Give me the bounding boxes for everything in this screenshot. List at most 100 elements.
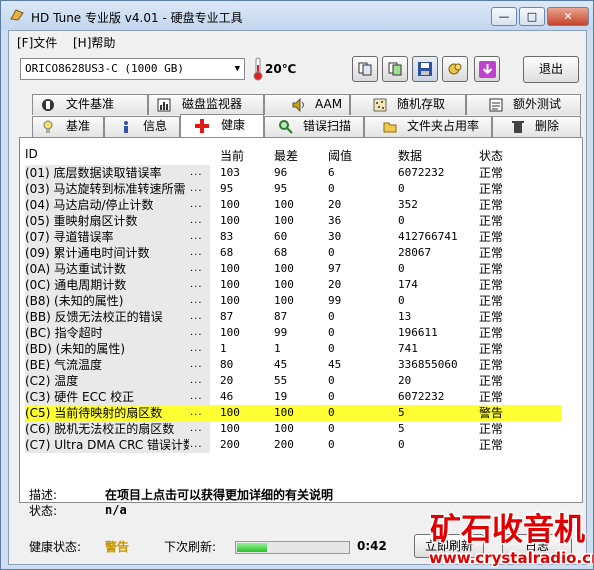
cell-id: (01) 底层数据读取错误率 bbox=[25, 166, 162, 180]
cell-threshold: 99 bbox=[328, 294, 342, 307]
cell-id: (C6) 脱机无法校正的扇区数 bbox=[25, 422, 175, 436]
table-row[interactable]: (07) 寻道错误率 83 60 30 412766741 正常... bbox=[25, 229, 562, 245]
cell-threshold: 36 bbox=[328, 214, 342, 227]
cell-status: 正常 bbox=[479, 358, 504, 372]
menu-help[interactable]: [H]帮助 bbox=[73, 34, 115, 51]
copy-text-button[interactable] bbox=[352, 56, 378, 82]
cell-data: 28067 bbox=[398, 246, 432, 259]
save-icon bbox=[418, 62, 432, 76]
trash-icon bbox=[512, 121, 524, 133]
cell-status: 正常 bbox=[479, 278, 504, 292]
cell-status: 正常 bbox=[479, 166, 504, 180]
cell-data: 412766741 bbox=[398, 230, 458, 243]
cell-status: 正常 bbox=[479, 198, 504, 212]
tab-extra-tests[interactable]: 额外测试 bbox=[466, 94, 581, 115]
health-status-value: 警告 bbox=[105, 540, 130, 554]
cell-data: 0 bbox=[398, 214, 405, 227]
cell-worst: 60 bbox=[274, 230, 288, 243]
tab-folder-usage[interactable]: 文件夹占用率 bbox=[364, 116, 492, 137]
table-row[interactable]: (BB) 反馈无法校正的错误 87 87 0 13 正常... bbox=[25, 309, 562, 325]
save-button[interactable] bbox=[412, 56, 438, 82]
cell-id: (BD) (未知的属性) bbox=[25, 342, 126, 356]
cell-worst: 99 bbox=[274, 326, 288, 339]
tab-disk-monitor-label: 磁盘监视器 bbox=[182, 97, 243, 111]
download-button[interactable] bbox=[474, 56, 500, 82]
tab-file-benchmark[interactable]: 文件基准 bbox=[32, 94, 148, 115]
table-row[interactable]: (0C) 通电周期计数 100 100 20 174 正常... bbox=[25, 277, 562, 293]
table-row[interactable]: (0A) 马达重试计数 100 100 97 0 正常... bbox=[25, 261, 562, 277]
table-row[interactable]: (BC) 指令超时 100 99 0 196611 正常... bbox=[25, 325, 562, 341]
cell-id: (BC) 指令超时 bbox=[25, 326, 103, 340]
table-row[interactable]: (03) 马达旋转到标准转速所需 95 95 0 0 正常... bbox=[25, 181, 562, 197]
tab-aam[interactable]: AAM bbox=[264, 94, 350, 115]
tab-random-access-label: 随机存取 bbox=[397, 97, 446, 111]
table-row[interactable]: (01) 底层数据读取错误率 103 96 6 6072232 正常... bbox=[25, 165, 562, 181]
copy-screenshot-button[interactable] bbox=[382, 56, 408, 82]
options-button[interactable] bbox=[442, 56, 468, 82]
cell-data: 174 bbox=[398, 278, 418, 291]
close-button[interactable]: ✕ bbox=[547, 7, 589, 26]
cell-worst: 68 bbox=[274, 246, 288, 259]
cell-id: (03) 马达旋转到标准转速所需 bbox=[25, 182, 186, 196]
description-value: 在项目上点击可以获得更加详细的有关说明 bbox=[105, 488, 334, 502]
row-dots: ... bbox=[190, 215, 203, 226]
tab-health-label: 健康 bbox=[221, 118, 246, 132]
cell-threshold: 0 bbox=[328, 438, 335, 451]
table-row[interactable]: (BE) 气流温度 80 45 45 336855060 正常... bbox=[25, 357, 562, 373]
row-dots: ... bbox=[190, 311, 203, 322]
cell-data: 20 bbox=[398, 374, 412, 387]
cell-id: (05) 重映射扇区计数 bbox=[25, 214, 138, 228]
row-dots: ... bbox=[190, 167, 203, 178]
exit-button[interactable]: 退出 bbox=[523, 56, 579, 83]
cell-threshold: 0 bbox=[328, 390, 335, 403]
tab-info[interactable]: 信息 bbox=[104, 116, 180, 137]
cell-threshold: 0 bbox=[328, 406, 335, 419]
folder-icon bbox=[383, 122, 397, 133]
tab-erase-label: 删除 bbox=[535, 119, 560, 133]
table-row[interactable]: (09) 累计通电时间计数 68 68 0 28067 正常... bbox=[25, 245, 562, 261]
table-row[interactable]: (C3) 硬件 ECC 校正 46 19 0 6072232 正常... bbox=[25, 389, 562, 405]
refresh-progress-fill bbox=[237, 543, 267, 552]
row-dots: ... bbox=[190, 407, 203, 418]
main-panel: [F]文件 [H]帮助 ORICO8628US3-C (1000 GB) ▼ 2… bbox=[8, 30, 587, 565]
column-header-data: 数据 bbox=[398, 149, 423, 163]
tab-health[interactable]: 健康 bbox=[180, 114, 264, 137]
cell-worst: 100 bbox=[274, 214, 294, 227]
table-row[interactable]: (BD) (未知的属性) 1 1 0 741 正常... bbox=[25, 341, 562, 357]
table-row[interactable]: (C7) Ultra DMA CRC 错误计数 200 200 0 0 正常... bbox=[25, 437, 562, 453]
cell-threshold: 0 bbox=[328, 246, 335, 259]
cell-threshold: 97 bbox=[328, 262, 342, 275]
cell-threshold: 0 bbox=[328, 326, 335, 339]
minimize-button[interactable]: — bbox=[491, 7, 517, 26]
disk-monitor-icon bbox=[157, 98, 171, 112]
tab-disk-monitor[interactable]: 磁盘监视器 bbox=[148, 94, 264, 115]
cell-worst: 100 bbox=[274, 406, 294, 419]
row-dots: ... bbox=[190, 263, 203, 274]
window-title: HD Tune 专业版 v4.01 - 硬盘专业工具 bbox=[31, 11, 243, 25]
copy-screenshot-icon bbox=[388, 62, 402, 76]
svg-text:www.crystalradio.cn: www.crystalradio.cn bbox=[429, 549, 593, 567]
table-row[interactable]: (04) 马达启动/停止计数 100 100 20 352 正常... bbox=[25, 197, 562, 213]
tab-erase[interactable]: 删除 bbox=[492, 116, 581, 137]
table-row[interactable]: (05) 重映射扇区计数 100 100 36 0 正常... bbox=[25, 213, 562, 229]
cell-status: 正常 bbox=[479, 230, 504, 244]
random-access-icon bbox=[373, 98, 387, 112]
table-row[interactable]: (C6) 脱机无法校正的扇区数 100 100 0 5 正常... bbox=[25, 421, 562, 437]
cell-current: 68 bbox=[220, 246, 234, 259]
cell-id: (09) 累计通电时间计数 bbox=[25, 246, 150, 260]
row-dots: ... bbox=[190, 375, 203, 386]
maximize-button[interactable]: □ bbox=[519, 7, 545, 26]
menu-file[interactable]: [F]文件 bbox=[17, 34, 57, 51]
tab-benchmark[interactable]: 基准 bbox=[32, 116, 104, 137]
table-row[interactable]: (C5) 当前待映射的扇区数 100 100 0 5 警告... bbox=[25, 405, 562, 421]
drive-dropdown[interactable]: ORICO8628US3-C (1000 GB) ▼ bbox=[20, 58, 245, 80]
tab-random-access[interactable]: 随机存取 bbox=[350, 94, 466, 115]
table-row[interactable]: (C2) 温度 20 55 0 20 正常... bbox=[25, 373, 562, 389]
speaker-icon bbox=[292, 98, 304, 112]
table-row[interactable]: (B8) (未知的属性) 100 100 99 0 正常... bbox=[25, 293, 562, 309]
description-label: 描述: bbox=[29, 488, 58, 502]
health-cross-icon bbox=[195, 119, 209, 133]
tab-error-scan[interactable]: 错误扫描 bbox=[264, 116, 364, 137]
cell-status: 正常 bbox=[479, 262, 504, 276]
cell-threshold: 0 bbox=[328, 182, 335, 195]
